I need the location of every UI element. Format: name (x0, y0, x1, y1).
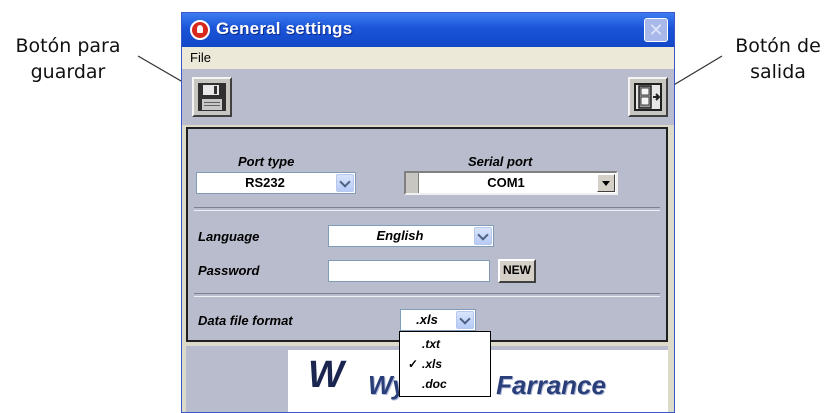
exit-button[interactable] (628, 77, 668, 117)
port-type-select[interactable]: RS232 (196, 172, 356, 194)
port-type-label: Port type (238, 154, 295, 169)
toolbar (182, 69, 674, 125)
option-label: .doc (422, 377, 447, 391)
language-label: Language (198, 229, 260, 244)
annotation-save-line1: Botón para (15, 35, 121, 57)
serial-port-left-pad (406, 173, 419, 193)
floppy-disk-icon (198, 83, 226, 111)
chevron-down-icon[interactable] (336, 174, 354, 192)
option-label: .xls (422, 357, 443, 371)
data-file-format-value: .xls (416, 312, 438, 327)
data-file-format-label: Data file format (198, 313, 293, 328)
serial-port-label: Serial port (468, 154, 533, 169)
exit-door-icon (634, 83, 662, 111)
separator (194, 207, 660, 211)
annotation-exit-button: Botón de salida (728, 33, 828, 85)
close-icon[interactable]: ✕ (644, 18, 668, 42)
separator (194, 293, 660, 297)
dropdown-option[interactable]: .doc (400, 375, 490, 393)
language-value: English (376, 228, 424, 243)
password-label: Password (198, 263, 260, 278)
data-file-format-dropdown: .txt ✓ .xls .doc (399, 331, 491, 397)
serial-port-select[interactable]: COM1 (404, 171, 618, 195)
port-type-value: RS232 (245, 175, 285, 190)
data-file-format-select[interactable]: .xls (400, 309, 476, 331)
option-label: .txt (422, 337, 440, 351)
settings-panel: Port type RS232 Serial port COM1 Languag… (186, 127, 668, 342)
annotation-exit-line2: salida (750, 61, 806, 83)
annotation-save-line2: guardar (30, 61, 106, 83)
language-select[interactable]: English (328, 225, 494, 247)
dropdown-option[interactable]: .txt (400, 335, 490, 353)
menu-bar: File (182, 47, 674, 69)
app-logo-icon (190, 20, 210, 40)
password-input[interactable] (328, 260, 490, 282)
new-password-button[interactable]: NEW (498, 259, 536, 283)
save-button[interactable] (192, 77, 232, 117)
menu-file[interactable]: File (190, 50, 211, 65)
annotation-save-button: Botón para guardar (6, 33, 130, 85)
chevron-down-icon[interactable] (456, 311, 474, 329)
logo-mark: W (308, 354, 344, 396)
annotation-exit-line1: Botón de (735, 35, 821, 57)
serial-port-value: COM1 (487, 175, 525, 190)
dropdown-option[interactable]: ✓ .xls (400, 355, 490, 373)
dropdown-arrow-icon[interactable] (597, 174, 615, 192)
checkmark: ✓ (408, 357, 419, 371)
title-bar[interactable]: General settings ✕ (182, 13, 674, 47)
chevron-down-icon[interactable] (474, 227, 492, 245)
window-title: General settings (216, 19, 353, 38)
